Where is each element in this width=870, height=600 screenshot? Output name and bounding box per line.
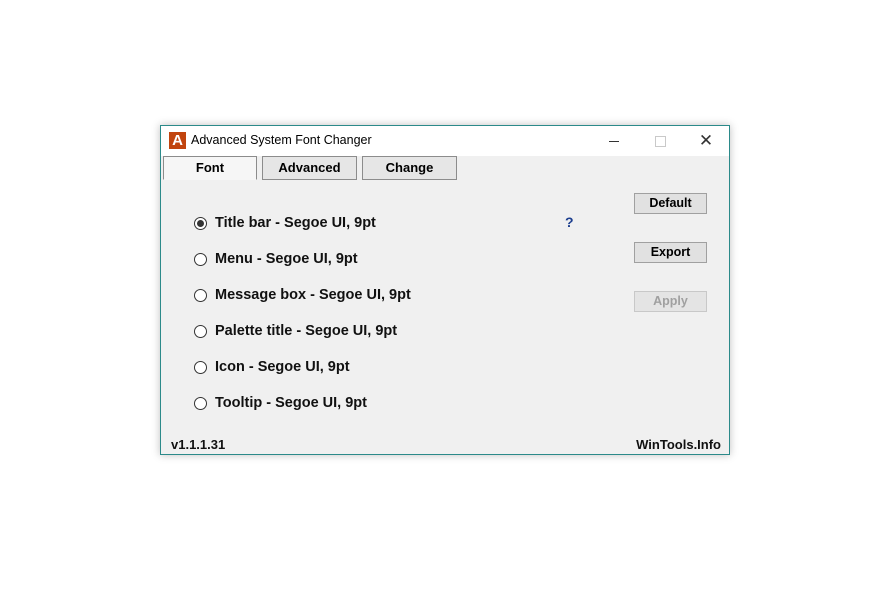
radio-menu[interactable]: Menu - Segoe UI, 9pt xyxy=(194,249,358,269)
radio-icon[interactable]: Icon - Segoe UI, 9pt xyxy=(194,357,350,377)
radio-palette-title[interactable]: Palette title - Segoe UI, 9pt xyxy=(194,321,397,341)
close-button[interactable]: ✕ xyxy=(683,126,729,156)
app-logo-icon: A xyxy=(169,132,186,149)
maximize-icon xyxy=(655,136,666,147)
close-icon: ✕ xyxy=(698,131,714,150)
version-label: v1.1.1.31 xyxy=(171,437,226,452)
radio-title-bar[interactable]: Title bar - Segoe UI, 9pt xyxy=(194,213,376,233)
radio-button-icon[interactable] xyxy=(194,252,207,266)
wintools-link[interactable]: WinTools.Info xyxy=(636,437,721,452)
maximize-button[interactable] xyxy=(637,126,683,156)
help-icon[interactable]: ? xyxy=(565,214,574,230)
radio-selected-dot xyxy=(197,219,204,227)
app-window: A Advanced System Font Changer ✕ Font Ad… xyxy=(160,125,730,455)
export-button[interactable]: Export xyxy=(634,242,707,263)
radio-label: Icon - Segoe UI, 9pt xyxy=(215,359,350,375)
radio-label: Palette title - Segoe UI, 9pt xyxy=(215,323,398,339)
tab-font[interactable]: Font xyxy=(163,156,257,180)
minimize-button[interactable] xyxy=(591,126,637,156)
radio-button-icon[interactable] xyxy=(194,216,207,230)
radio-button-icon[interactable] xyxy=(194,396,207,410)
radio-button-icon[interactable] xyxy=(194,360,207,374)
radio-tooltip[interactable]: Tooltip - Segoe UI, 9pt xyxy=(194,393,367,413)
title-bar[interactable]: A Advanced System Font Changer ✕ xyxy=(161,126,729,156)
radio-message-box[interactable]: Message box - Segoe UI, 9pt xyxy=(194,285,411,305)
radio-button-icon[interactable] xyxy=(194,288,207,302)
window-title: Advanced System Font Changer xyxy=(191,133,372,147)
radio-label: Menu - Segoe UI, 9pt xyxy=(215,251,358,267)
radio-label: Title bar - Segoe UI, 9pt xyxy=(215,215,376,231)
radio-label: Message box - Segoe UI, 9pt xyxy=(215,287,411,303)
tab-advanced[interactable]: Advanced xyxy=(262,156,357,180)
tab-change[interactable]: Change xyxy=(362,156,457,180)
apply-button: Apply xyxy=(634,291,707,312)
radio-label: Tooltip - Segoe UI, 9pt xyxy=(215,395,367,411)
radio-button-icon[interactable] xyxy=(194,324,207,338)
minimize-icon xyxy=(609,141,619,142)
default-button[interactable]: Default xyxy=(634,193,707,214)
